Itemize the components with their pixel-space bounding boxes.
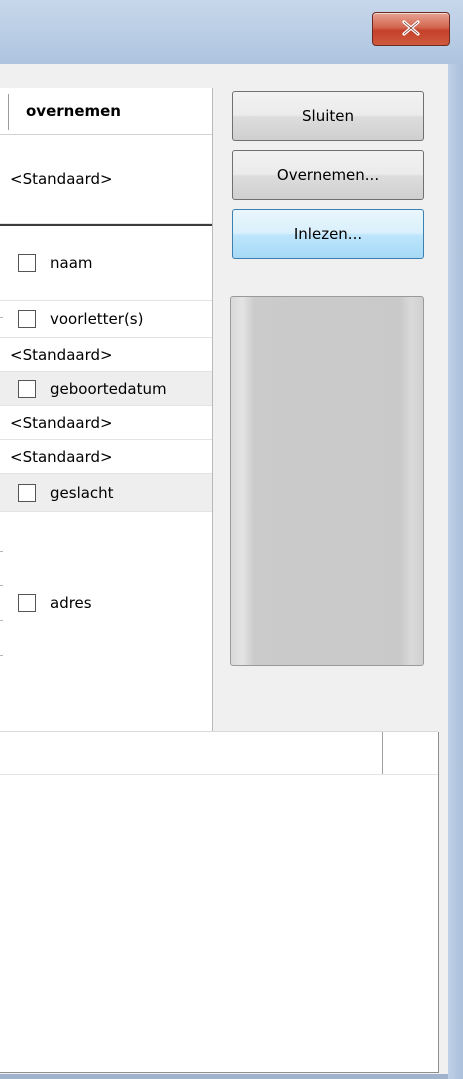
checkbox-label: naam: [50, 254, 93, 272]
checkbox-label: geslacht: [50, 483, 114, 502]
window-bottom-frame: [0, 1074, 448, 1079]
listview-column-header[interactable]: [383, 732, 438, 774]
checkbox-adres[interactable]: [18, 594, 36, 612]
overnemen-label: Overnemen...: [276, 166, 380, 184]
grid-row[interactable]: geboortedatum: [0, 372, 212, 406]
close-icon: [402, 20, 420, 36]
result-listview[interactable]: [0, 732, 439, 1073]
listview-header: [0, 732, 438, 775]
overnemen-button[interactable]: Overnemen...: [232, 150, 424, 200]
inlezen-label: Inlezen...: [293, 225, 363, 243]
field-mapping-grid: overnemen <Standaard> naam voorletter(s)…: [0, 88, 213, 741]
header-separator: [8, 94, 9, 130]
checkbox-label: geboortedatum: [50, 379, 167, 398]
column-tick: [0, 551, 3, 552]
checkbox-label: voorletter(s): [50, 310, 144, 328]
standard-value: <Standaard>: [10, 413, 113, 432]
grid-header: overnemen: [0, 88, 212, 135]
column-tick: [0, 317, 3, 318]
sluiten-button[interactable]: Sluiten: [232, 91, 424, 141]
preview-panel: [230, 296, 424, 666]
column-tick: [0, 655, 3, 656]
checkbox-geslacht[interactable]: [18, 483, 36, 502]
grid-row[interactable]: <Standaard>: [0, 406, 212, 440]
grid-row[interactable]: <Standaard>: [0, 135, 212, 224]
checkbox-geboortedatum[interactable]: [18, 379, 36, 398]
checkbox-voorletters[interactable]: [18, 310, 36, 328]
grid-row[interactable]: adres: [0, 512, 212, 694]
dialog-client-area: overnemen <Standaard> naam voorletter(s)…: [0, 64, 448, 1079]
column-tick: [0, 620, 3, 621]
standard-value: <Standaard>: [10, 345, 113, 364]
listview-column-header[interactable]: [0, 732, 383, 774]
grid-row[interactable]: <Standaard>: [0, 440, 212, 474]
grid-row[interactable]: naam: [0, 226, 212, 301]
standard-value: <Standaard>: [10, 447, 113, 466]
close-button[interactable]: [372, 12, 450, 46]
sluiten-label: Sluiten: [302, 107, 354, 125]
grid-row[interactable]: voorletter(s): [0, 301, 212, 338]
inlezen-button[interactable]: Inlezen...: [232, 209, 424, 259]
grid-row[interactable]: geslacht: [0, 474, 212, 512]
column-tick: [0, 585, 3, 586]
standard-value: <Standaard>: [10, 170, 113, 188]
checkbox-label: adres: [50, 594, 92, 612]
window-right-frame: [448, 64, 463, 1079]
checkbox-naam[interactable]: [18, 254, 36, 272]
grid-row[interactable]: <Standaard>: [0, 338, 212, 372]
column-header-overnemen[interactable]: overnemen: [26, 102, 121, 120]
title-bar: [0, 0, 463, 64]
